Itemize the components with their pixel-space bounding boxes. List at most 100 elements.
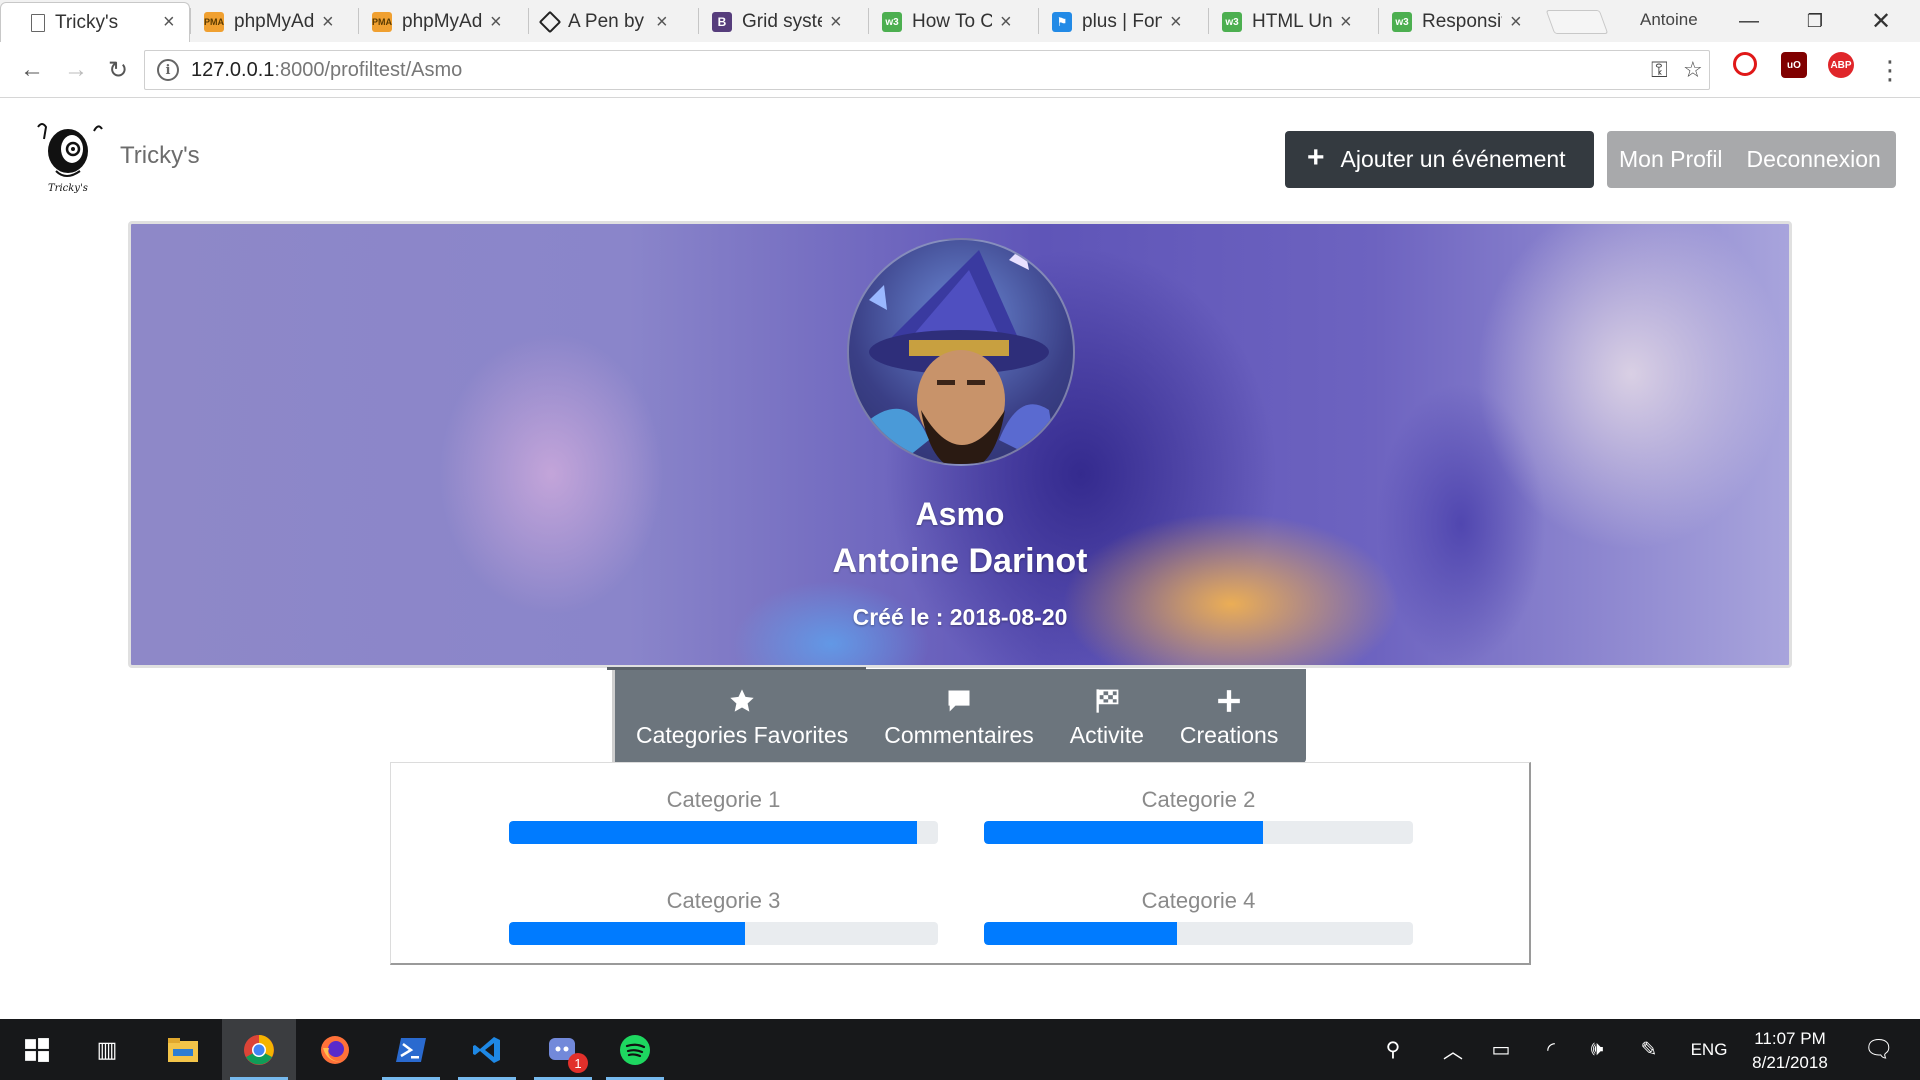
clock-time: 11:07 PM — [1754, 1029, 1826, 1048]
tab-label: Activite — [1069, 721, 1144, 748]
opera-extension-icon[interactable] — [1733, 52, 1757, 76]
category-progress-fill — [509, 821, 917, 844]
browser-profile-name[interactable]: Antoine — [1640, 10, 1698, 30]
key-icon[interactable]: ⚿ — [1651, 57, 1668, 83]
chevron-up-icon[interactable]: ︿ — [1438, 1019, 1468, 1080]
info-icon[interactable]: i — [157, 59, 179, 81]
browser-tab-w3schools-3[interactable]: w3 Responsiv × — [1378, 2, 1548, 42]
close-icon[interactable]: × — [1340, 11, 1352, 34]
tab-label: Creations — [1179, 721, 1279, 748]
browser-tab-codepen[interactable]: A Pen by × — [528, 2, 698, 42]
notification-icon[interactable]: 🗨 — [1854, 1019, 1904, 1080]
close-icon[interactable]: × — [1510, 11, 1522, 34]
task-view-icon[interactable]: ▥ — [70, 1019, 144, 1080]
ublock-icon[interactable]: uO — [1781, 52, 1807, 78]
back-arrow-icon[interactable]: ← — [16, 54, 48, 86]
checkered-flag-icon — [1093, 684, 1121, 718]
tab-label: Categories Favorites — [636, 721, 849, 748]
browser-tab-strip: Tricky's × PMA phpMyAd × PMA phpMyAd × A… — [0, 0, 1920, 42]
pen-icon[interactable]: ✎ — [1632, 1019, 1666, 1080]
people-icon[interactable]: ⚲ — [1376, 1019, 1410, 1080]
logout-link[interactable]: Deconnexion — [1747, 146, 1881, 173]
firefox-icon[interactable] — [298, 1019, 372, 1080]
wizard-avatar-icon — [869, 245, 1058, 464]
category-item: Categorie 1 — [509, 787, 938, 844]
url-host: 127.0.0.1 — [191, 58, 275, 81]
w3schools-icon: w3 — [1222, 12, 1242, 32]
category-label: Categorie 1 — [666, 787, 781, 812]
w3schools-icon: w3 — [1392, 12, 1412, 32]
address-bar[interactable]: i 127.0.0.1:8000/profiltest/Asmo ⚿ ☆ — [144, 50, 1710, 90]
windows-start-icon[interactable] — [0, 1019, 74, 1080]
bookmark-star-icon[interactable]: ☆ — [1683, 57, 1703, 83]
category-progress-bar — [984, 821, 1413, 844]
chrome-icon[interactable] — [222, 1019, 296, 1080]
tab-title: How To Cr — [912, 11, 992, 32]
close-icon[interactable]: × — [1000, 11, 1012, 34]
clock-date: 8/21/2018 — [1752, 1053, 1828, 1072]
category-progress-fill — [984, 821, 1263, 844]
tab-activity[interactable]: Activite — [1052, 669, 1162, 763]
close-icon[interactable]: × — [830, 11, 842, 34]
forward-arrow-icon[interactable]: → — [60, 54, 92, 86]
close-icon[interactable]: × — [163, 11, 175, 34]
spotify-icon[interactable] — [598, 1019, 672, 1080]
file-explorer-icon[interactable] — [146, 1019, 220, 1080]
discord-icon[interactable]: 1 — [526, 1019, 600, 1080]
taskbar-clock[interactable]: 11:07 PM 8/21/2018 — [1740, 1027, 1840, 1075]
category-progress-bar — [509, 922, 938, 945]
close-icon[interactable]: × — [656, 11, 668, 34]
tab-title: phpMyAd — [234, 11, 314, 32]
category-label: Categorie 4 — [1141, 888, 1256, 913]
new-tab-button[interactable] — [1545, 10, 1609, 34]
browser-tab-w3schools-2[interactable]: w3 HTML Uni × — [1208, 2, 1378, 42]
url-text[interactable]: 127.0.0.1:8000/profiltest/Asmo — [191, 59, 462, 82]
star-icon — [728, 684, 756, 718]
tab-title: Grid syste — [742, 11, 822, 32]
close-icon[interactable]: × — [1170, 11, 1182, 34]
add-event-button[interactable]: + Ajouter un événement — [1285, 131, 1594, 188]
browser-tab-trickys[interactable]: Tricky's × — [0, 2, 190, 42]
category-progress-bar — [984, 922, 1413, 945]
battery-icon[interactable]: ▭ — [1484, 1019, 1518, 1080]
menu-icon[interactable]: ⋮ — [1874, 54, 1906, 86]
profile-username: Asmo — [915, 496, 1005, 532]
powershell-icon[interactable] — [374, 1019, 448, 1080]
restore-icon[interactable]: ❐ — [1792, 4, 1838, 38]
close-icon[interactable]: × — [490, 11, 502, 34]
phpmyadmin-icon: PMA — [204, 12, 224, 32]
browser-tab-bootstrap[interactable]: B Grid syste × — [698, 2, 868, 42]
logo-caption: Tricky's — [48, 183, 88, 194]
my-profile-link[interactable]: Mon Profil — [1619, 146, 1723, 173]
tab-title: phpMyAd — [402, 11, 482, 32]
page-icon — [31, 13, 45, 32]
category-progress-fill — [984, 922, 1178, 945]
category-label: Categorie 3 — [666, 888, 781, 913]
codepen-icon — [538, 10, 562, 34]
language-indicator[interactable]: ENG — [1686, 1019, 1732, 1080]
wifi-icon[interactable]: ◜ — [1534, 1019, 1568, 1080]
volume-icon[interactable]: 🕪 — [1580, 1019, 1614, 1080]
minimize-icon[interactable]: — — [1726, 4, 1772, 38]
tab-categories-favorites[interactable]: Categories Favorites — [606, 667, 867, 766]
adblock-plus-icon[interactable]: ABP — [1828, 52, 1854, 78]
plus-icon — [1216, 684, 1242, 718]
close-window-icon[interactable]: ✕ — [1858, 4, 1904, 38]
profile-created-date: Créé le : 2018-08-20 — [852, 604, 1068, 630]
browser-tab-fontawesome[interactable]: ⚑ plus | Font × — [1038, 2, 1208, 42]
comment-icon — [945, 684, 973, 718]
fontawesome-icon: ⚑ — [1052, 12, 1072, 32]
category-item: Categorie 2 — [984, 787, 1413, 844]
browser-tab-phpmyadmin-1[interactable]: PMA phpMyAd × — [190, 2, 358, 42]
tab-label: Commentaires — [884, 721, 1034, 748]
browser-tab-w3schools-1[interactable]: w3 How To Cr × — [868, 2, 1038, 42]
tab-comments[interactable]: Commentaires — [866, 669, 1052, 763]
reload-icon[interactable]: ↻ — [102, 54, 134, 86]
vscode-icon[interactable] — [450, 1019, 524, 1080]
brand[interactable]: Tricky's Tricky's — [28, 119, 200, 199]
close-icon[interactable]: × — [322, 11, 334, 34]
category-progress-bar — [509, 821, 938, 844]
browser-tab-phpmyadmin-2[interactable]: PMA phpMyAd × — [358, 2, 528, 42]
tab-creations[interactable]: Creations — [1162, 669, 1296, 763]
plus-icon: + — [1307, 141, 1325, 174]
